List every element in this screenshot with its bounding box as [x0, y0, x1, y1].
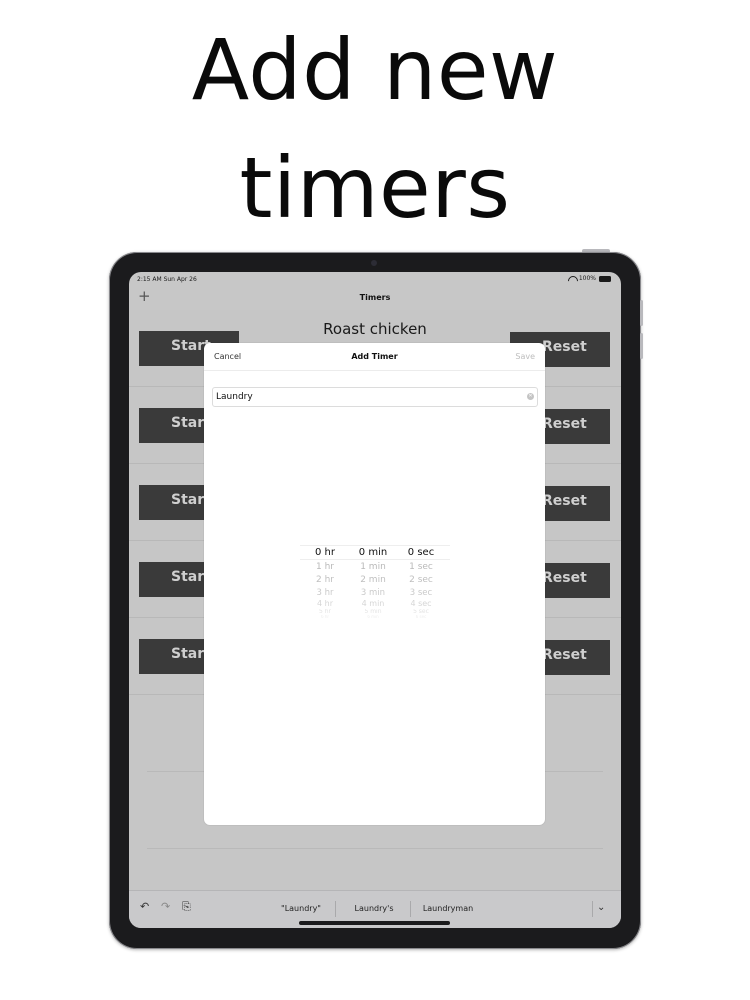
seconds-wheel[interactable]: 0 sec 1 sec 2 sec 3 sec 4 sec 5 sec 6 se…: [396, 545, 446, 619]
suggestion-1[interactable]: "Laundry": [266, 904, 336, 913]
picker-option[interactable]: 0 min: [348, 545, 398, 560]
picker-option[interactable]: 2 min: [348, 574, 398, 587]
picker-option[interactable]: 6 min: [348, 615, 398, 619]
picker-option[interactable]: 1 hr: [300, 560, 350, 574]
picker-option[interactable]: 3 sec: [396, 587, 446, 599]
undo-icon[interactable]: ↶: [140, 901, 149, 912]
paste-icon[interactable]: ⎘: [182, 901, 191, 912]
picker-option[interactable]: 2 sec: [396, 574, 446, 587]
add-timer-dialog: Cancel Add Timer Save Laundry ✕ 0 hr 1 h…: [204, 343, 545, 825]
suggestion-3[interactable]: Laundryman: [413, 904, 483, 913]
clear-icon[interactable]: ✕: [527, 393, 534, 400]
camera-icon: [371, 260, 377, 266]
nav-title: Timers: [359, 293, 391, 302]
picker-option[interactable]: 0 hr: [300, 545, 350, 560]
battery-percent: 100%: [578, 275, 596, 282]
picker-option[interactable]: 6 sec: [396, 615, 446, 619]
headline-line-2: timers: [239, 139, 511, 237]
hours-wheel[interactable]: 0 hr 1 hr 2 hr 3 hr 4 hr 5 hr 6 hr: [300, 545, 350, 619]
timer-name-input[interactable]: Laundry: [212, 387, 538, 407]
wifi-icon: [568, 276, 576, 282]
minutes-wheel[interactable]: 0 min 1 min 2 min 3 min 4 min 5 min 6 mi…: [348, 545, 398, 619]
status-time: 2:15 AM Sun Apr 26: [137, 276, 197, 283]
picker-option[interactable]: 6 hr: [300, 615, 350, 619]
picker-option[interactable]: 4 hr: [300, 599, 350, 609]
battery-icon: [599, 275, 611, 282]
dialog-title: Add Timer: [351, 352, 398, 361]
picker-option[interactable]: 4 sec: [396, 599, 446, 609]
divider: [410, 901, 411, 917]
picker-option[interactable]: 2 hr: [300, 574, 350, 587]
picker-option[interactable]: 3 min: [348, 587, 398, 599]
nav-bar: + Timers: [129, 288, 621, 310]
picker-option[interactable]: 1 min: [348, 560, 398, 574]
picker-option[interactable]: 3 hr: [300, 587, 350, 599]
divider: [335, 901, 336, 917]
duration-picker[interactable]: 0 hr 1 hr 2 hr 3 hr 4 hr 5 hr 6 hr 0 min…: [300, 545, 450, 635]
home-indicator: [299, 921, 450, 925]
status-bar: 2:15 AM Sun Apr 26 100%: [129, 272, 621, 288]
divider: [592, 901, 593, 917]
suggestion-2[interactable]: Laundry's: [339, 904, 409, 913]
dialog-nav-bar: Cancel Add Timer Save: [204, 343, 545, 371]
picker-option[interactable]: 4 min: [348, 599, 398, 609]
picker-option[interactable]: 1 sec: [396, 560, 446, 574]
redo-icon[interactable]: ↷: [161, 901, 170, 912]
chevron-down-icon[interactable]: ⌄: [597, 902, 605, 913]
picker-option[interactable]: 0 sec: [396, 545, 446, 560]
save-button[interactable]: Save: [515, 352, 535, 361]
volume-down-button: [640, 333, 643, 359]
volume-up-button: [640, 300, 643, 326]
divider: [147, 848, 603, 849]
headline-line-1: Add new: [191, 21, 559, 119]
